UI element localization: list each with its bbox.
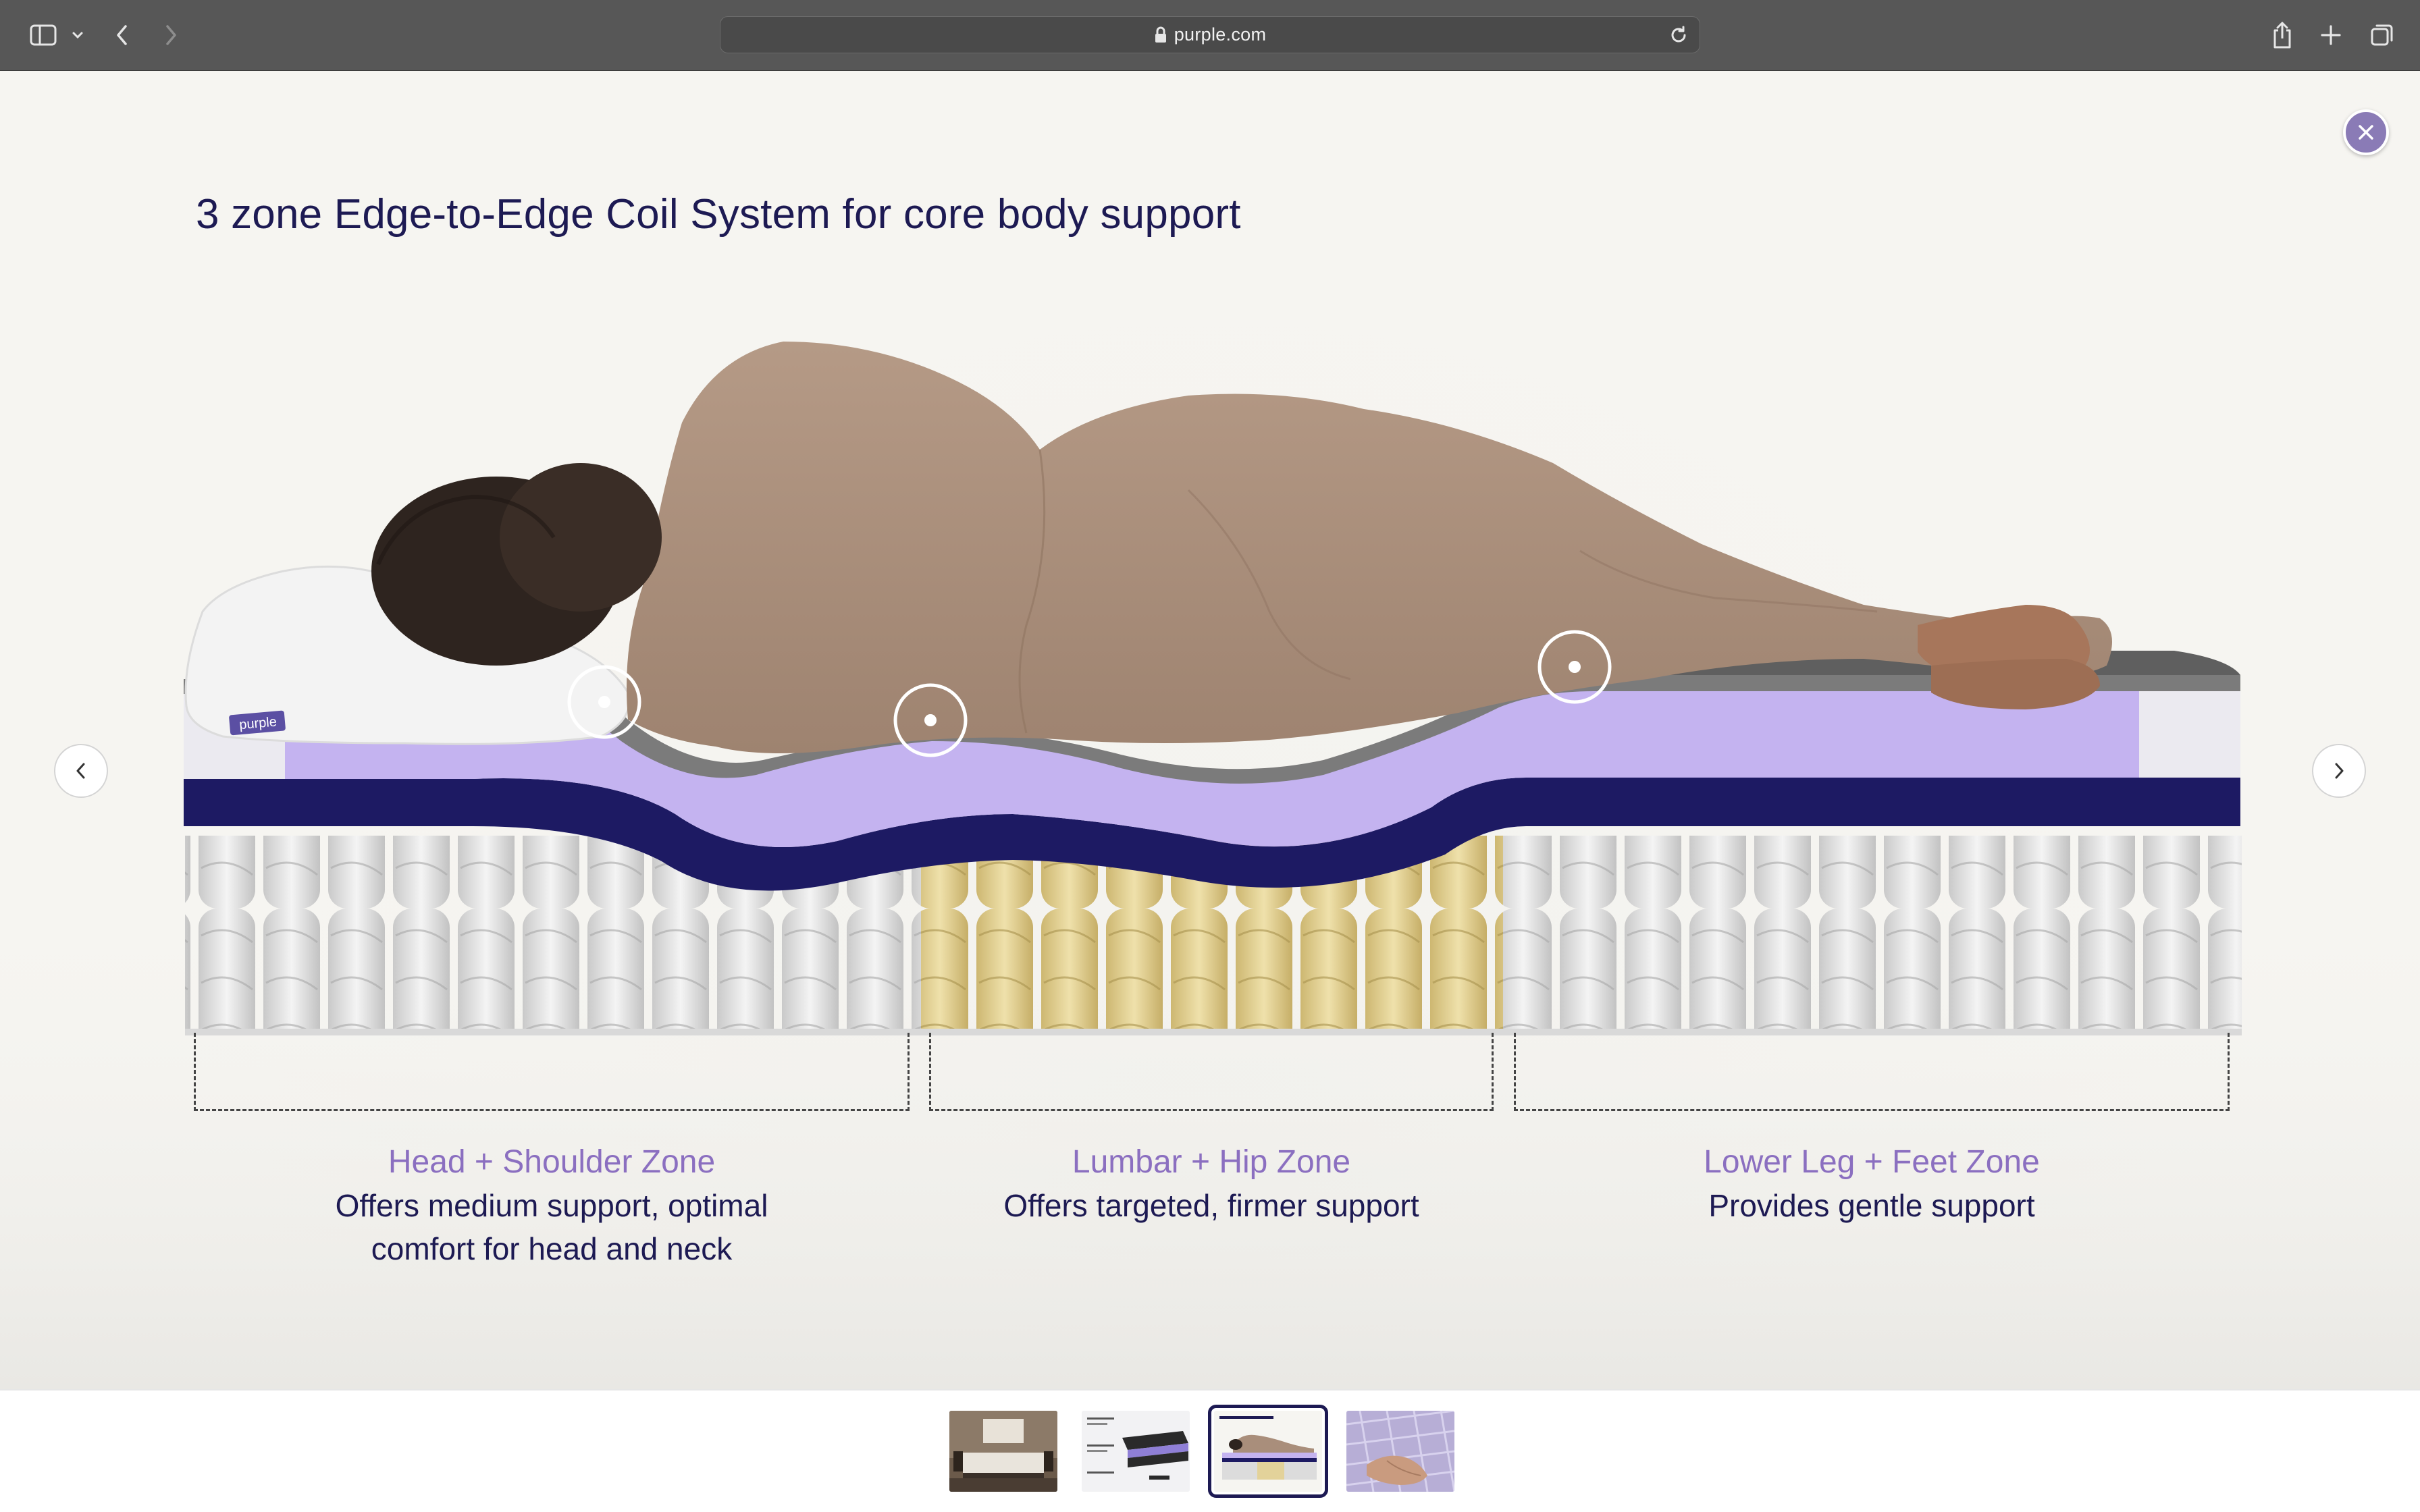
zone-bracket-lower-leg-feet bbox=[1514, 1033, 2230, 1111]
zone-title: Lumbar + Hip Zone bbox=[1072, 1144, 1351, 1180]
zone-caption-lower-leg-feet: Lower Leg + Feet Zone Provides gentle su… bbox=[1514, 1141, 2230, 1227]
forward-icon[interactable] bbox=[159, 18, 182, 53]
chevron-left-icon bbox=[76, 763, 85, 779]
share-icon[interactable] bbox=[2267, 18, 2297, 53]
close-icon bbox=[2359, 125, 2373, 140]
zone-description: Offers medium support, optimal bbox=[335, 1188, 768, 1223]
zone-caption-head-shoulder: Head + Shoulder Zone Offers medium suppo… bbox=[194, 1141, 910, 1270]
reload-icon[interactable] bbox=[1668, 25, 1689, 49]
sidebar-toggle-icon[interactable] bbox=[26, 18, 61, 53]
thumbnail-3[interactable] bbox=[1208, 1405, 1328, 1498]
thumbnail-2[interactable] bbox=[1082, 1411, 1190, 1492]
next-image-button[interactable] bbox=[2312, 744, 2366, 798]
zone-bracket-head-shoulder bbox=[194, 1033, 910, 1111]
thumbnail-1[interactable] bbox=[949, 1411, 1057, 1492]
zone-title: Lower Leg + Feet Zone bbox=[1704, 1144, 2040, 1180]
chevron-right-icon bbox=[2335, 763, 2344, 779]
image-lightbox: purple 3 zone Edge-to-Edge Coil System f… bbox=[0, 72, 2420, 1389]
zone-description: Offers targeted, firmer support bbox=[1003, 1188, 1419, 1223]
thumbnail-4[interactable] bbox=[1346, 1411, 1454, 1492]
close-lightbox-button[interactable] bbox=[2343, 109, 2389, 155]
thumbnail-strip bbox=[0, 1389, 2420, 1512]
zone-caption-lumbar-hip: Lumbar + Hip Zone Offers targeted, firme… bbox=[929, 1141, 1494, 1227]
zone-description: Provides gentle support bbox=[1708, 1188, 2035, 1223]
new-tab-icon[interactable] bbox=[2316, 18, 2346, 53]
address-bar[interactable]: purple.com bbox=[720, 16, 1700, 53]
url-text: purple.com bbox=[1174, 24, 1267, 45]
browser-toolbar: purple.com bbox=[0, 0, 2420, 71]
back-icon[interactable] bbox=[111, 18, 134, 53]
previous-image-button[interactable] bbox=[54, 744, 108, 798]
lightbox-headline: 3 zone Edge-to-Edge Coil System for core… bbox=[196, 191, 1241, 238]
lock-icon bbox=[1154, 26, 1167, 44]
tab-overview-icon[interactable] bbox=[2367, 18, 2397, 53]
zone-description: comfort for head and neck bbox=[371, 1231, 733, 1266]
zone-bracket-lumbar-hip bbox=[929, 1033, 1494, 1111]
chevron-down-icon[interactable] bbox=[69, 18, 86, 53]
zone-title: Head + Shoulder Zone bbox=[388, 1144, 716, 1180]
